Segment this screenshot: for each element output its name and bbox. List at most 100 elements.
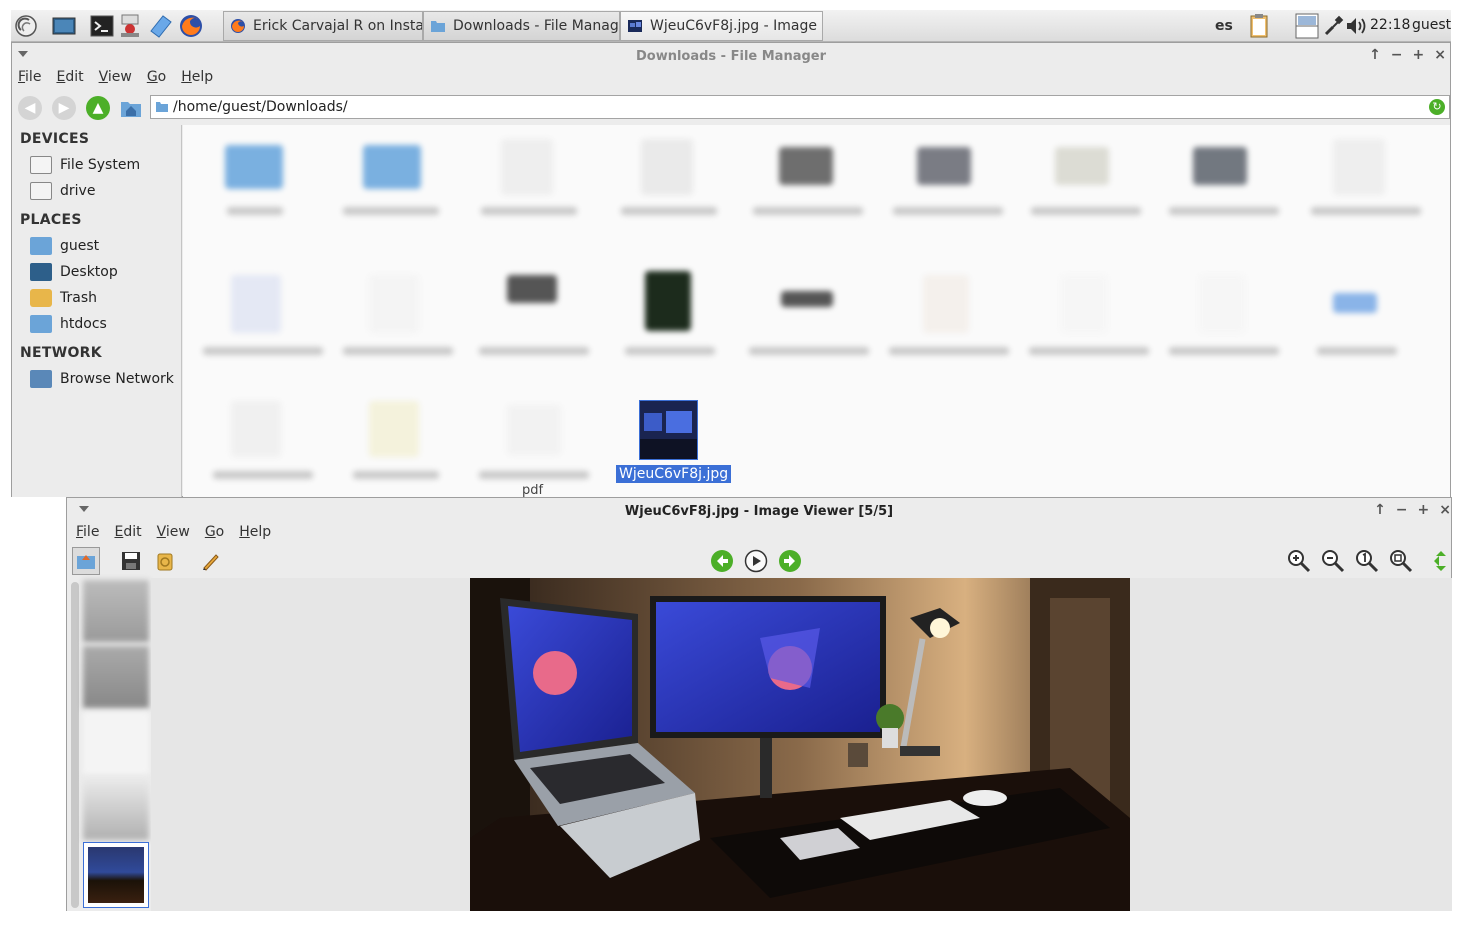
file-icon[interactable] bbox=[917, 147, 971, 185]
reload-icon[interactable]: ↻ bbox=[1429, 99, 1445, 115]
file-icon[interactable] bbox=[231, 275, 281, 333]
zoom-in-icon[interactable] bbox=[1285, 547, 1313, 575]
folder-icon bbox=[156, 102, 168, 112]
menu-help[interactable]: Help bbox=[239, 524, 271, 546]
minimize-icon[interactable]: − bbox=[1396, 502, 1408, 518]
edit-icon[interactable] bbox=[197, 547, 225, 575]
user-name[interactable]: guest bbox=[1412, 17, 1451, 33]
slideshow-play-icon[interactable] bbox=[742, 547, 770, 575]
file-label bbox=[343, 347, 453, 355]
file-icon[interactable] bbox=[363, 145, 421, 189]
file-icon[interactable] bbox=[225, 145, 283, 189]
file-icon[interactable] bbox=[1199, 275, 1245, 333]
back-icon[interactable]: ◀ bbox=[18, 96, 42, 120]
file-icon[interactable] bbox=[369, 275, 419, 333]
file-icon[interactable] bbox=[1333, 139, 1385, 195]
file-icon[interactable] bbox=[369, 401, 419, 457]
file-icon[interactable] bbox=[231, 401, 281, 457]
thumbnail[interactable] bbox=[83, 712, 149, 774]
menu-edit[interactable]: Edit bbox=[114, 524, 141, 546]
fullscreen-icon[interactable] bbox=[1431, 547, 1451, 575]
window-menu-icon[interactable] bbox=[18, 51, 28, 57]
zoom-original-icon[interactable] bbox=[1353, 547, 1381, 575]
sidebar-item-guest[interactable]: guest bbox=[30, 235, 99, 257]
minimize-icon[interactable]: − bbox=[1391, 47, 1403, 63]
home-icon[interactable] bbox=[120, 98, 142, 122]
menu-view[interactable]: View bbox=[99, 69, 132, 91]
task-file-manager[interactable]: Downloads - File Manager bbox=[423, 11, 620, 41]
thumbnail-selected[interactable] bbox=[83, 842, 149, 908]
menu-help[interactable]: Help bbox=[181, 69, 213, 91]
maximize-icon[interactable]: + bbox=[1418, 502, 1430, 518]
terminal-icon[interactable] bbox=[89, 13, 115, 39]
window-menu-icon[interactable] bbox=[79, 506, 89, 512]
zoom-fit-icon[interactable] bbox=[1387, 547, 1415, 575]
thumbnail-strip bbox=[67, 578, 151, 911]
thumbnail[interactable] bbox=[83, 778, 149, 840]
location-bar[interactable]: /home/guest/Downloads/ ↻ bbox=[150, 95, 1450, 119]
network-icon[interactable] bbox=[1323, 15, 1345, 41]
selected-file-label[interactable]: WjeuC6vF8j.jpg bbox=[616, 465, 732, 483]
sidebar-item-htdocs[interactable]: htdocs bbox=[30, 313, 107, 335]
task-firefox[interactable]: Erick Carvajal R on Insta... bbox=[223, 11, 423, 41]
close-icon[interactable]: × bbox=[1434, 47, 1446, 63]
menu-go[interactable]: Go bbox=[147, 69, 166, 91]
keep-above-icon[interactable]: ↑ bbox=[1374, 502, 1386, 518]
workspace-pager-icon[interactable] bbox=[1295, 13, 1319, 43]
sidebar-item-drive[interactable]: drive bbox=[30, 180, 95, 202]
file-icon[interactable] bbox=[501, 139, 553, 195]
save-icon[interactable] bbox=[117, 547, 145, 575]
file-icon[interactable] bbox=[1333, 293, 1377, 313]
keyboard-layout-indicator[interactable]: es bbox=[1215, 18, 1233, 34]
scrollbar[interactable] bbox=[71, 582, 79, 908]
close-icon[interactable]: × bbox=[1439, 502, 1451, 518]
system-tools-icon[interactable] bbox=[118, 13, 144, 39]
app-menu-icon[interactable] bbox=[13, 13, 39, 39]
window-titlebar[interactable]: WjeuC6vF8j.jpg - Image Viewer [5/5] ↑ − … bbox=[67, 498, 1451, 524]
show-desktop-icon[interactable] bbox=[51, 13, 77, 39]
file-icon[interactable] bbox=[923, 275, 969, 333]
menu-edit[interactable]: Edit bbox=[56, 69, 83, 91]
file-view[interactable]: pdf WjeuC6vF8j.jpg bbox=[183, 125, 1450, 498]
sidebar-item-label: Browse Network bbox=[60, 371, 174, 387]
sidebar-item-trash[interactable]: Trash bbox=[30, 287, 97, 309]
task-image-viewer[interactable]: WjeuC6vF8j.jpg - Image ... bbox=[620, 11, 823, 41]
thumbnail[interactable] bbox=[83, 580, 149, 642]
file-icon[interactable] bbox=[645, 271, 691, 331]
volume-icon[interactable] bbox=[1345, 15, 1369, 41]
window-titlebar[interactable]: Downloads - File Manager ↑ − + × bbox=[12, 43, 1450, 69]
next-icon[interactable] bbox=[776, 547, 804, 575]
keep-above-icon[interactable]: ↑ bbox=[1369, 47, 1381, 63]
menu-file[interactable]: File bbox=[18, 69, 41, 91]
file-icon[interactable] bbox=[641, 139, 693, 195]
file-icon[interactable] bbox=[1061, 275, 1107, 333]
file-label bbox=[621, 207, 717, 215]
open-icon[interactable] bbox=[72, 547, 100, 575]
forward-icon[interactable]: ▶ bbox=[52, 96, 76, 120]
thumbnail[interactable] bbox=[83, 646, 149, 708]
firefox-icon[interactable] bbox=[178, 13, 204, 39]
sidebar-item-desktop[interactable]: Desktop bbox=[30, 261, 118, 283]
menu-file[interactable]: File bbox=[76, 524, 99, 546]
file-icon[interactable] bbox=[1193, 147, 1247, 185]
file-label bbox=[481, 207, 577, 215]
image-display-area[interactable] bbox=[151, 578, 1452, 911]
file-icon[interactable] bbox=[507, 275, 557, 303]
menu-view[interactable]: View bbox=[157, 524, 190, 546]
menu-go[interactable]: Go bbox=[205, 524, 224, 546]
file-icon[interactable] bbox=[781, 291, 833, 307]
clipboard-icon[interactable] bbox=[1249, 13, 1269, 43]
sidebar-item-browse-network[interactable]: Browse Network bbox=[30, 368, 174, 390]
sidebar-item-file-system[interactable]: File System bbox=[30, 154, 140, 176]
previous-icon[interactable] bbox=[708, 547, 736, 575]
editor-icon[interactable] bbox=[148, 13, 174, 39]
maximize-icon[interactable]: + bbox=[1413, 47, 1425, 63]
clock[interactable]: 22:18 bbox=[1370, 17, 1410, 33]
file-icon[interactable] bbox=[1055, 147, 1109, 185]
zoom-out-icon[interactable] bbox=[1319, 547, 1347, 575]
selected-file-thumbnail[interactable] bbox=[639, 400, 698, 460]
up-icon[interactable]: ▲ bbox=[86, 96, 110, 120]
delete-icon[interactable] bbox=[151, 547, 179, 575]
file-icon[interactable] bbox=[507, 405, 561, 455]
file-icon[interactable] bbox=[779, 147, 833, 185]
